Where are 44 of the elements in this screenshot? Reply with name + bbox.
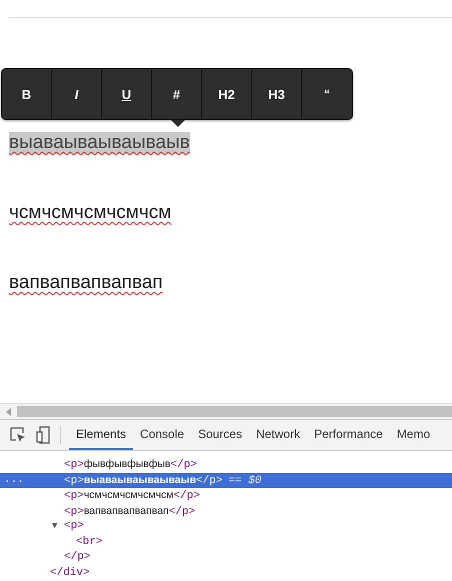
- format-button[interactable]: U: [102, 69, 152, 119]
- node-text: фывфывфывфыв: [84, 458, 171, 470]
- html-tag: </p>: [168, 506, 196, 518]
- format-button[interactable]: H2: [202, 69, 252, 119]
- dom-node-row[interactable]: ... <p>выаваываываываыв</p> == $0: [0, 472, 452, 488]
- html-tag: </div>: [50, 566, 90, 578]
- node-text: выаваываываываыв: [84, 474, 196, 486]
- devtools-tab[interactable]: Sources: [191, 420, 250, 450]
- node-text: вапвапвапвапвап: [84, 504, 169, 516]
- format-button[interactable]: #: [152, 69, 202, 119]
- dom-node-row[interactable]: <p>вапвапвапвапвап</p>: [0, 504, 452, 519]
- dom-node-row[interactable]: <p>фывфывфывфыв</p>: [0, 457, 452, 472]
- html-tag: <p>: [64, 474, 84, 486]
- format-button[interactable]: H3: [252, 69, 302, 119]
- node-menu-ellipsis[interactable]: ...: [4, 472, 24, 488]
- html-tag: </p>: [64, 551, 90, 563]
- html-tag: </p>: [196, 474, 222, 486]
- html-tag: <p>: [64, 490, 84, 502]
- html-tag: <p>: [64, 459, 84, 471]
- dom-node-row[interactable]: <br>: [0, 534, 452, 550]
- paragraph-text: вапвапвапвапвап: [9, 272, 163, 294]
- device-toolbar-icon[interactable]: [36, 426, 50, 444]
- format-button[interactable]: “: [302, 69, 352, 119]
- devtools-tab[interactable]: Elements: [69, 420, 134, 450]
- paragraph-text: чсмчсмчсмчсмчсм: [9, 202, 172, 224]
- devtools-tab[interactable]: Memo: [390, 420, 438, 450]
- node-text: чсмчсмчсмчсмчсм: [84, 489, 174, 501]
- html-tag: <p>: [64, 520, 84, 532]
- expand-toggle[interactable]: ▼: [52, 519, 58, 534]
- html-tag: </p>: [174, 490, 200, 502]
- dom-node-row[interactable]: ▼ <p>: [0, 519, 452, 534]
- html-tag: </p>: [170, 459, 197, 471]
- devtools-tab[interactable]: Console: [133, 420, 192, 450]
- html-tag: <p>: [64, 506, 84, 518]
- devtools-tab[interactable]: Network: [249, 420, 308, 450]
- format-button[interactable]: I: [52, 69, 102, 119]
- html-tag: <br>: [76, 536, 102, 548]
- horizontal-scrollbar[interactable]: [0, 403, 452, 419]
- format-button[interactable]: B: [2, 69, 52, 119]
- dom-node-row[interactable]: <p>чсмчсмчсмчсмчсм</p>: [0, 488, 452, 504]
- devtools-tab[interactable]: Performance: [307, 420, 390, 450]
- console-reference: == $0: [228, 474, 262, 486]
- paragraph-text: выаваываываываыв: [9, 132, 190, 154]
- inspect-icon[interactable]: [10, 427, 26, 443]
